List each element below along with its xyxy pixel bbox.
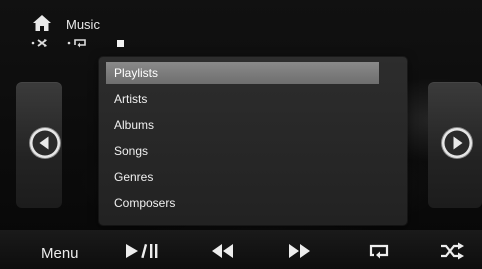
- music-screen: Music Playlists Artists Albums Songs Gen…: [0, 0, 482, 269]
- menu-item-artists[interactable]: Artists: [106, 88, 379, 110]
- rewind-icon[interactable]: [211, 242, 235, 260]
- next-button[interactable]: [442, 128, 472, 158]
- stop-indicator: [117, 40, 124, 47]
- arrow-left-icon: [32, 130, 58, 156]
- repeat-icon[interactable]: [369, 242, 391, 260]
- play-pause-icon[interactable]: [124, 242, 160, 260]
- arrow-right-icon: [444, 130, 470, 156]
- previous-button[interactable]: [30, 128, 60, 158]
- shuffle-icon[interactable]: [440, 242, 466, 260]
- music-menu: Playlists Artists Albums Songs Genres Co…: [99, 57, 407, 225]
- menu-item-songs[interactable]: Songs: [106, 140, 379, 162]
- fast-forward-icon[interactable]: [287, 242, 311, 260]
- shuffle-status-icon: [31, 39, 47, 47]
- menu-item-genres[interactable]: Genres: [106, 166, 379, 188]
- menu-item-playlists[interactable]: Playlists: [106, 62, 379, 84]
- page-title: Music: [66, 17, 100, 32]
- repeat-status-icon: [67, 39, 86, 48]
- menu-item-composers[interactable]: Composers: [106, 192, 379, 214]
- shuffle-indicator: [30, 38, 52, 52]
- menu-button[interactable]: Menu: [41, 245, 79, 262]
- control-bar: Menu: [0, 230, 482, 269]
- repeat-indicator: [66, 38, 90, 52]
- home-icon[interactable]: [32, 14, 52, 32]
- menu-item-albums[interactable]: Albums: [106, 114, 379, 136]
- status-bar: Music: [0, 0, 482, 52]
